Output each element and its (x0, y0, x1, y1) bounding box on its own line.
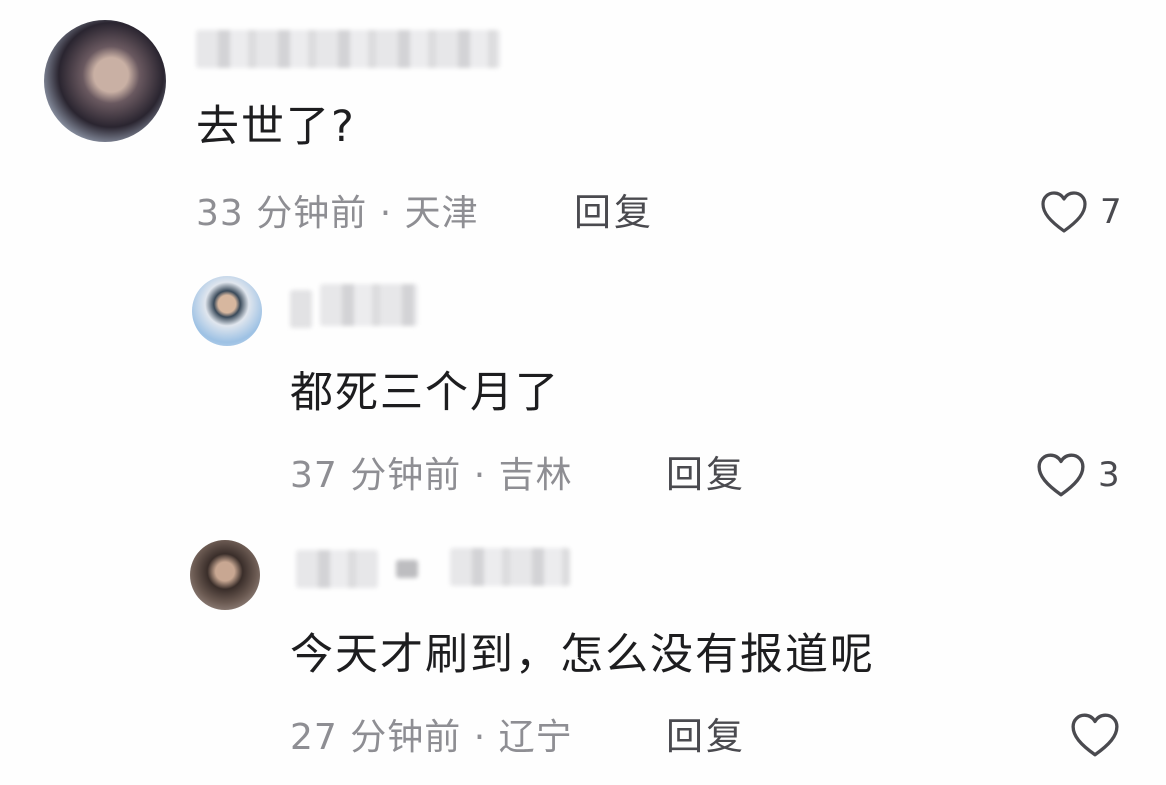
reply-button[interactable]: 回复 (574, 194, 654, 231)
like-count: 7 (1100, 192, 1122, 232)
like-button[interactable] (1070, 712, 1132, 758)
comment-text: 都死三个月了 (290, 368, 560, 418)
reply-button[interactable]: 回复 (666, 718, 746, 755)
like-button[interactable]: 3 (1036, 452, 1120, 498)
comment-meta: 33 分钟前 · 天津 (196, 196, 479, 232)
username-blurred[interactable] (396, 560, 418, 578)
avatar[interactable] (44, 20, 166, 142)
comment-text: 今天才刷到，怎么没有报道呢 (290, 630, 875, 680)
comment-location: 天津 (404, 193, 479, 234)
username-blurred[interactable] (320, 284, 418, 326)
avatar[interactable] (192, 276, 262, 346)
comment-time: 33 分钟前 (196, 193, 368, 234)
comment-list: 去世了? 33 分钟前 · 天津 回复 7 都死三个月了 37 分钟前 · 吉林… (0, 0, 1166, 785)
like-button[interactable]: 7 (1040, 190, 1122, 234)
meta-separator: · (473, 717, 487, 758)
reply-button[interactable]: 回复 (666, 456, 746, 493)
meta-separator: · (379, 193, 393, 234)
meta-separator: · (473, 455, 487, 496)
comment-meta: 37 分钟前 · 吉林 (290, 458, 573, 494)
username-blurred[interactable] (296, 550, 378, 588)
avatar[interactable] (190, 540, 260, 610)
comment-meta: 27 分钟前 · 辽宁 (290, 720, 573, 756)
username-blurred[interactable] (450, 548, 570, 586)
heart-outline-icon (1041, 191, 1087, 233)
heart-outline-icon (1037, 453, 1085, 497)
comment-time: 27 分钟前 (290, 717, 462, 758)
heart-outline-icon (1071, 713, 1119, 757)
comment-location: 辽宁 (498, 717, 573, 758)
username-blurred[interactable] (196, 30, 500, 68)
like-count: 3 (1098, 455, 1120, 495)
comment-location: 吉林 (498, 455, 573, 496)
comment-text: 去世了? (196, 102, 356, 152)
comment-time: 37 分钟前 (290, 455, 462, 496)
username-blurred[interactable] (290, 290, 312, 328)
